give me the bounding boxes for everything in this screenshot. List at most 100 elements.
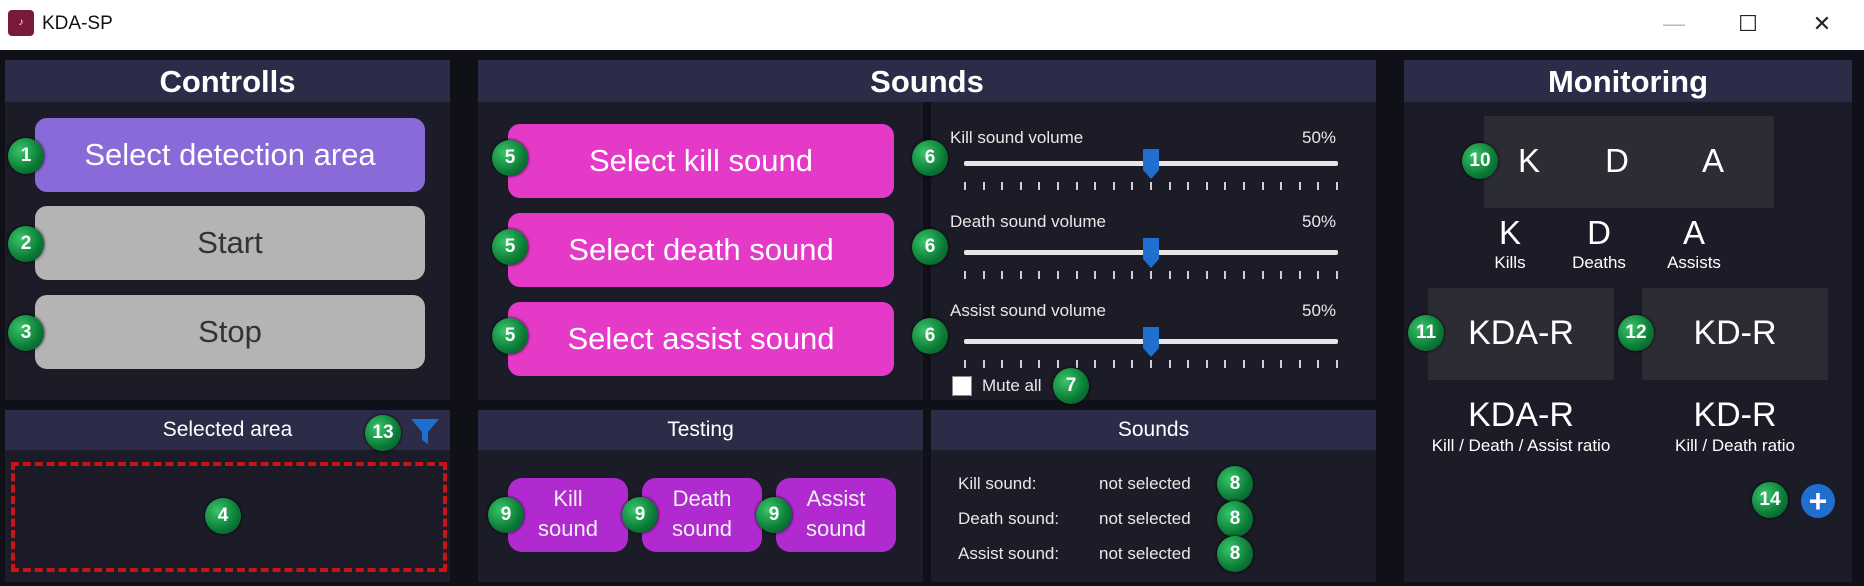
slider-tick [1206, 182, 1208, 190]
test-death-line2: sound [672, 516, 732, 541]
window-title: KDA-SP [42, 13, 113, 34]
filter-icon[interactable] [408, 414, 442, 448]
slider-tick [1113, 271, 1115, 279]
badge-11: 11 [1408, 315, 1444, 351]
slider-tick [1076, 182, 1078, 190]
slider-tick [1131, 360, 1133, 368]
badge-10: 10 [1462, 143, 1498, 179]
kda-ratio-label: KDA-R [1468, 396, 1574, 434]
slider-tick [1336, 182, 1338, 190]
slider-tick [1038, 182, 1040, 190]
test-assist-line1: Assist [806, 486, 866, 511]
kill-sound-status-value: not selected [1099, 474, 1191, 493]
test-death-sound-button[interactable]: Death sound [642, 478, 762, 552]
badge-2: 2 [8, 226, 44, 262]
kda-ratio-caption: Kill / Death / Assist ratio [1431, 436, 1611, 455]
select-assist-sound-button[interactable]: Select assist sound [508, 302, 894, 376]
badge-4: 4 [205, 498, 241, 534]
badge-5-death: 5 [492, 229, 528, 265]
monitoring-panel: Monitoring K D A 10 K D A Kills Deaths A… [1404, 60, 1852, 582]
death-sound-status-value: not selected [1099, 509, 1191, 528]
close-button[interactable]: ✕ [1802, 8, 1842, 40]
slider-tick [1317, 360, 1319, 368]
test-kill-line2: sound [538, 516, 598, 541]
slider-tick [1299, 182, 1301, 190]
slider-tick [1131, 182, 1133, 190]
assist-volume-thumb[interactable] [1143, 327, 1159, 357]
maximize-button[interactable]: ☐ [1728, 8, 1768, 40]
badge-12: 12 [1618, 315, 1654, 351]
slider-tick [1131, 271, 1133, 279]
slider-tick [1243, 360, 1245, 368]
badge-7: 7 [1053, 368, 1089, 404]
assist-sound-status-label: Assist sound: [958, 544, 1060, 563]
deaths-caption: Deaths [1572, 253, 1626, 272]
badge-8-kill: 8 [1217, 466, 1253, 502]
slider-tick [1280, 182, 1282, 190]
slider-tick [1076, 360, 1078, 368]
select-kill-sound-button[interactable]: Select kill sound [508, 124, 894, 198]
controls-panel: Controlls Select detection area Start St… [5, 60, 450, 400]
slider-tick [1243, 271, 1245, 279]
d-label: D [1587, 214, 1611, 251]
test-assist-line2: sound [806, 516, 866, 541]
test-kill-sound-button[interactable]: Kill sound [508, 478, 628, 552]
death-volume-ticks [964, 271, 1338, 279]
slider-tick [1317, 182, 1319, 190]
mute-all-label: Mute all [982, 376, 1042, 395]
main-area: Controlls Select detection area Start St… [0, 50, 1864, 586]
slider-tick [964, 360, 966, 368]
kill-volume-thumb[interactable] [1143, 149, 1159, 179]
stop-button[interactable]: Stop [35, 295, 425, 369]
assist-volume-ticks [964, 360, 1338, 368]
slider-tick [1224, 182, 1226, 190]
app-logo-icon: ♪ [8, 10, 34, 36]
testing-panel: Testing Kill sound Death sound Assist so… [478, 410, 923, 582]
slider-tick [1094, 360, 1096, 368]
start-button[interactable]: Start [35, 206, 425, 280]
kill-volume-label: Kill sound volume [950, 128, 1084, 147]
live-d-value: D [1605, 142, 1629, 179]
slider-tick [1187, 182, 1189, 190]
test-assist-sound-button[interactable]: Assist sound [776, 478, 896, 552]
slider-tick [964, 182, 966, 190]
slider-tick [1038, 360, 1040, 368]
testing-header: Testing [478, 410, 923, 450]
death-volume-thumb[interactable] [1143, 238, 1159, 268]
kd-ratio-tile: KD-R [1642, 288, 1828, 380]
badge-8-assist: 8 [1217, 536, 1253, 572]
assist-sound-status-value: not selected [1099, 544, 1191, 563]
slider-tick [1262, 360, 1264, 368]
slider-tick [1299, 360, 1301, 368]
select-death-sound-button[interactable]: Select death sound [508, 213, 894, 287]
slider-tick [1336, 271, 1338, 279]
slider-tick [1038, 271, 1040, 279]
slider-tick [1317, 271, 1319, 279]
slider-tick [1262, 182, 1264, 190]
slider-tick [1057, 271, 1059, 279]
k-label: K [1498, 214, 1521, 251]
slider-tick [1280, 360, 1282, 368]
selected-area-panel: Selected area 13 4 [5, 410, 450, 582]
slider-tick [1113, 182, 1115, 190]
badge-13: 13 [365, 415, 401, 451]
slider-tick [983, 182, 985, 190]
slider-tick [1113, 360, 1115, 368]
death-volume-value: 50% [1302, 212, 1337, 231]
add-plus-icon[interactable]: + [1801, 484, 1835, 518]
kda-ratio-tile-value: KDA-R [1468, 314, 1574, 352]
slider-tick [1336, 360, 1338, 368]
slider-tick [1280, 271, 1282, 279]
mute-all-checkbox[interactable] [952, 376, 972, 396]
sounds-header: Sounds [478, 60, 1376, 102]
kd-ratio-label: KD-R [1693, 396, 1777, 434]
badge-5-assist: 5 [492, 318, 528, 354]
slider-tick [1020, 182, 1022, 190]
slider-tick [1187, 271, 1189, 279]
kill-sound-status-label: Kill sound: [958, 474, 1037, 493]
badge-6-kill: 6 [912, 140, 948, 176]
sounds-panel: Sounds Select kill sound Select death so… [478, 60, 1376, 404]
minimize-button[interactable]: — [1654, 8, 1694, 40]
slider-tick [1224, 360, 1226, 368]
select-detection-area-button[interactable]: Select detection area [35, 118, 425, 192]
